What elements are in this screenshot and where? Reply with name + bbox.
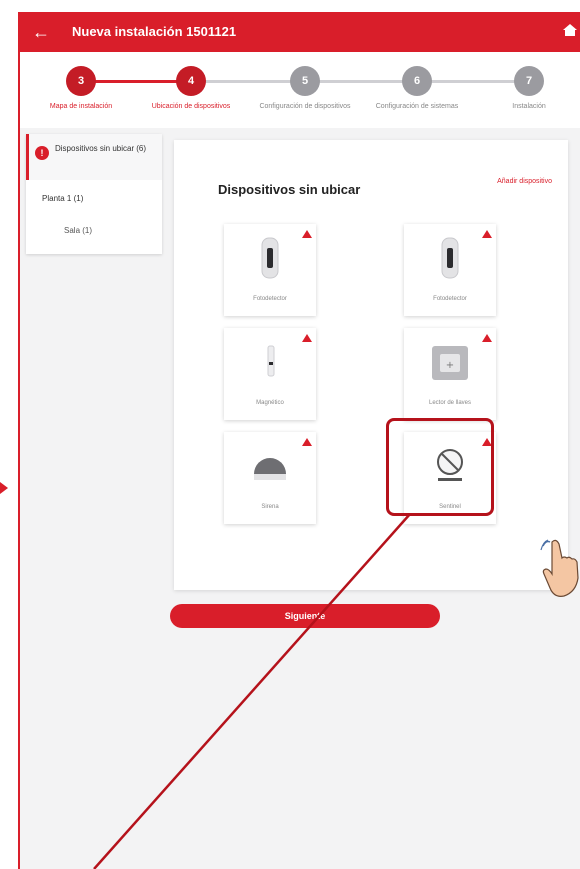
step-label: Configuración de sistemas [375, 103, 459, 110]
warning-icon [482, 230, 492, 238]
device-label: Magnético [256, 400, 284, 406]
step-label: Ubicación de dispositivos [151, 103, 231, 110]
step-label: Instalación [512, 103, 546, 110]
step-device-config[interactable]: 5 Configuración de dispositivos [250, 66, 360, 111]
device-label: Lector de llaves [428, 400, 472, 406]
step-installation[interactable]: 7 Instalación [474, 66, 580, 111]
warning-icon: ! [35, 146, 49, 160]
left-edge-arrow-icon [0, 482, 8, 494]
device-card[interactable]: + Lector de llaves [404, 328, 496, 420]
step-device-location[interactable]: 4 Ubicación de dispositivos [136, 66, 246, 111]
step-number: 5 [290, 66, 320, 96]
stepper: 3 Mapa de instalación 4 Ubicación de dis… [20, 52, 580, 128]
device-label: Fotodetector [433, 296, 467, 302]
magnetic-sensor-icon [267, 345, 275, 377]
app-frame: ← Nueva instalación 1501121 3 Mapa de in… [18, 12, 580, 869]
sidebar-item-room[interactable]: Sala (1) [64, 226, 92, 235]
sidebar-item-label: Dispositivos sin ubicar [55, 144, 135, 153]
back-arrow-icon[interactable]: ← [32, 21, 54, 43]
step-number: 3 [66, 66, 96, 96]
step-map[interactable]: 3 Mapa de instalación [26, 66, 136, 111]
device-card[interactable]: Sirena [224, 432, 316, 524]
sidebar-item-floor[interactable]: Planta 1 (1) [42, 194, 83, 203]
camera-detector-icon [441, 237, 459, 279]
panel-title: Dispositivos sin ubicar [218, 182, 361, 197]
sentinel-highlight-callout [386, 418, 494, 516]
sidebar-item-count: (6) [136, 144, 146, 153]
warning-icon [482, 334, 492, 342]
app-bar: ← Nueva instalación 1501121 [20, 12, 580, 52]
add-device-link[interactable]: Añadir dispositivo [497, 178, 552, 185]
svg-text:+: + [446, 360, 454, 371]
step-number: 6 [402, 66, 432, 96]
warning-icon [302, 438, 312, 446]
warning-icon [302, 230, 312, 238]
siren-icon [254, 458, 286, 480]
pointing-hand-icon [540, 539, 579, 597]
location-sidebar: ! Dispositivos sin ubicar (6) Planta 1 (… [26, 134, 162, 254]
page-title: Nueva instalación 1501121 [72, 24, 237, 39]
step-number: 4 [176, 66, 206, 96]
step-number: 7 [514, 66, 544, 96]
camera-detector-icon [261, 237, 279, 279]
warning-icon [302, 334, 312, 342]
device-label: Fotodetector [253, 296, 287, 302]
device-card[interactable]: Fotodetector [404, 224, 496, 316]
sidebar-item-unplaced[interactable]: ! Dispositivos sin ubicar (6) [26, 134, 162, 180]
key-reader-icon: + [432, 346, 468, 380]
step-label: Configuración de dispositivos [259, 103, 351, 110]
device-card[interactable]: Fotodetector [224, 224, 316, 316]
device-card[interactable]: Magnético [224, 328, 316, 420]
step-system-config[interactable]: 6 Configuración de sistemas [362, 66, 472, 111]
continue-button[interactable]: Siguiente [170, 604, 440, 628]
devices-panel: Dispositivos sin ubicar Añadir dispositi… [174, 140, 568, 590]
device-label: Sirena [261, 504, 279, 510]
home-icon[interactable] [562, 22, 578, 38]
step-label: Mapa de instalación [49, 103, 113, 110]
